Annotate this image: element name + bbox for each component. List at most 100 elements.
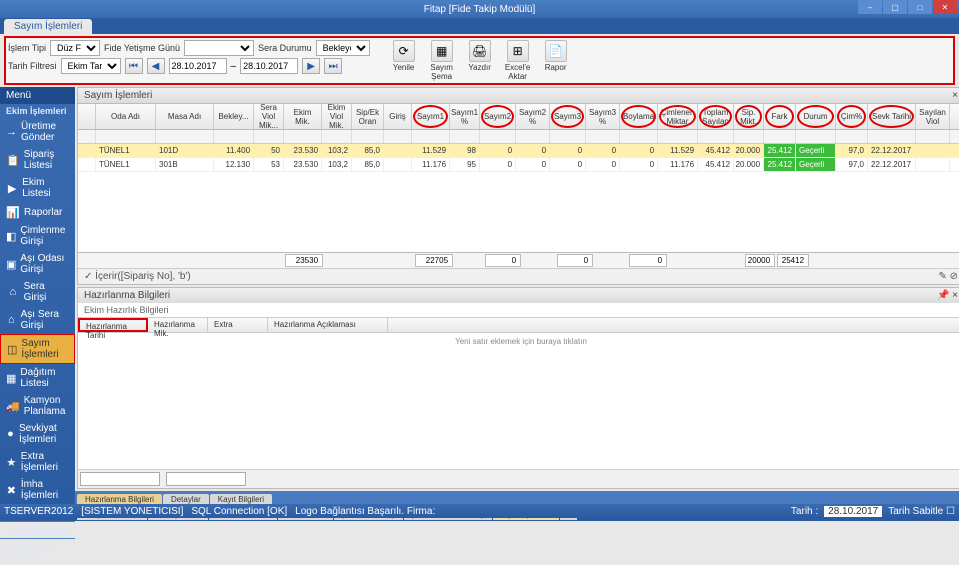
col-c14[interactable]: Sayım3 % [586, 104, 620, 129]
col-c18[interactable]: Sip. Mikt. [734, 104, 764, 129]
sidebar-bottom-tanim-kayitlari[interactable]: Tanım Kayıtları [0, 521, 75, 538]
lower-footer-input-2[interactable] [166, 472, 246, 486]
col-c10[interactable]: Sayım1 % [450, 104, 480, 129]
sidebar-item-uretime-gonder[interactable]: →Üretime Gönder [0, 118, 75, 146]
col-c12[interactable]: Sayım2 % [516, 104, 550, 129]
islem-tipi-select[interactable]: Düz Fide [50, 40, 100, 56]
cell [916, 144, 950, 157]
minimize-button[interactable]: – [858, 0, 882, 14]
sidebar-item-extra-islemleri[interactable]: ★Extra İşlemleri [0, 448, 75, 476]
grid-close-icon[interactable]: × [952, 90, 958, 101]
maximize-button[interactable]: □ [908, 0, 932, 14]
kamyon-planlama-icon: 🚚 [6, 399, 20, 413]
sidebar-item-dagitim-listesi[interactable]: ▦Dağıtım Listesi [0, 364, 75, 392]
excel-icon[interactable]: ⊞Excel'e Aktar [500, 40, 536, 81]
col-c19[interactable]: Fark [764, 104, 796, 129]
lower-placeholder[interactable]: Yeni satır eklemek için buraya tıklatın [78, 333, 959, 469]
status-sabit[interactable]: Tarih Sabitle ☐ [888, 506, 955, 517]
table-row[interactable]: TÜNEL1101D11.4005023.530103,285,011.5299… [78, 144, 959, 158]
col-c7[interactable]: Sip/Ek Oran [352, 104, 384, 129]
cell: 0 [550, 158, 586, 171]
cell: 0 [516, 158, 550, 171]
sidebar-item-siparis-listesi[interactable]: 📋 Sipariş Listesi [0, 146, 75, 174]
cell: 0 [586, 158, 620, 171]
cell: 97,0 [836, 144, 868, 157]
sidebar-bottom-yonetimsel-araclar[interactable]: Yönetimsel Araçlar [0, 538, 75, 565]
date-to-input[interactable] [240, 58, 298, 74]
nav-next-icon[interactable]: ▶ [302, 58, 320, 74]
sidebar-group: Ekim İşlemleri [0, 104, 75, 118]
col-c23[interactable]: Sayılan Viol [916, 104, 950, 129]
col-c22[interactable]: Sevk Tarihi [868, 104, 916, 129]
sidebar-item-label: Sipariş Listesi [24, 149, 69, 171]
cell: 101D [156, 144, 214, 157]
nav-prev-icon[interactable]: ◀ [147, 58, 165, 74]
sidebar-item-sayim-islemleri[interactable]: ◫Sayım İşlemleri [0, 334, 75, 364]
lower-tab[interactable]: Hazırlanma Bilgileri [77, 494, 162, 505]
col-c4[interactable]: Sera Viol Mik... [254, 104, 284, 129]
lower-close-icon[interactable]: × [952, 290, 958, 301]
schema-icon[interactable]: ▦Sayım Şema [424, 40, 460, 81]
lower-tab[interactable]: Kayıt Bilgileri [210, 494, 272, 505]
clear-icon[interactable]: ⊘ [950, 271, 958, 282]
refresh-icon[interactable]: ⟳Yenile [386, 40, 422, 81]
sidebar-item-kamyon-planlama[interactable]: 🚚Kamyon Planlama [0, 392, 75, 420]
cell: 11.400 [214, 144, 254, 157]
print-icon[interactable]: 🖨Yazdır [462, 40, 498, 81]
sidebar-item-asi-odasi-girisi[interactable]: ▣Aşı Odası Girişi [0, 250, 75, 278]
sidebar-item-asi-sera-girisi[interactable]: ⌂Aşı Sera Girişi [0, 306, 75, 334]
lower-tab[interactable]: Detaylar [163, 494, 209, 505]
table-row[interactable]: TÜNEL1301B12.1305323.530103,285,011.1769… [78, 158, 959, 172]
col-c15[interactable]: Boylama [620, 104, 658, 129]
col-c20[interactable]: Durum [796, 104, 836, 129]
col-c8[interactable]: Giriş [384, 104, 412, 129]
cell: 85,0 [352, 158, 384, 171]
lower-col[interactable]: Extra [208, 318, 268, 332]
lower-col[interactable]: Hazırlanma Tarihi [78, 318, 148, 332]
sevkiyat-islemleri-icon: ● [6, 427, 15, 441]
col-c5[interactable]: Ekim Mik. [284, 104, 322, 129]
tarih-filtresi-select[interactable]: Ekim Tarihi [61, 58, 121, 74]
sidebar: Menü Ekim İşlemleri →Üretime Gönder📋Sipa… [0, 87, 75, 521]
ribbon-tab-sayim[interactable]: Sayım İşlemleri [4, 19, 92, 34]
sidebar-item-imha-islemleri[interactable]: ✖İmha İşlemleri [0, 476, 75, 504]
sidebar-item-cimlenme-girisi[interactable]: ◧Çimlenme Girişi [0, 222, 75, 250]
col-c3[interactable]: Bekley... [214, 104, 254, 129]
siparis-listesi-icon: 📋 [6, 153, 20, 167]
cell: TÜNEL1 [96, 158, 156, 171]
nav-first-icon[interactable]: ⏮ [125, 58, 143, 74]
report-icon[interactable]: 📄Rapor [538, 40, 574, 81]
edit-icon[interactable]: ✎ [938, 271, 946, 282]
col-c13[interactable]: Sayım3 [550, 104, 586, 129]
sidebar-item-label: Extra İşlemleri [21, 451, 69, 473]
close-button[interactable]: ✕ [933, 0, 957, 14]
sidebar-item-raporlar[interactable]: 📊Raporlar [0, 202, 75, 222]
nav-last-icon[interactable]: ⏭ [324, 58, 342, 74]
pin-icon[interactable]: 📌 [937, 290, 949, 301]
col-c1[interactable]: Oda Adı [96, 104, 156, 129]
sum-c11: 0 [485, 254, 521, 267]
lower-col[interactable]: Hazırlanma Mik. [148, 318, 208, 332]
lower-col[interactable]: Hazırlanma Açıklaması [268, 318, 388, 332]
restore-button[interactable]: ▢ [883, 0, 907, 14]
col-c21[interactable]: Çim% [836, 104, 868, 129]
status-conn: SQL Connection [OK] [191, 506, 287, 517]
col-c9[interactable]: Sayım1 [412, 104, 450, 129]
col-c17[interactable]: Toplam Sayılan [698, 104, 734, 129]
lower-footer-input-1[interactable] [80, 472, 160, 486]
col-c11[interactable]: Sayım2 [480, 104, 516, 129]
date-from-input[interactable] [169, 58, 227, 74]
col-c6[interactable]: Ekim Viol Mik. [322, 104, 352, 129]
sidebar-item-ekim-listesi[interactable]: ▶Ekim Listesi [0, 174, 75, 202]
cell: 85,0 [352, 144, 384, 157]
sidebar-item-label: Üretime Gönder [21, 121, 69, 143]
sera-durumu-select[interactable]: Bekleyen [316, 40, 370, 56]
col-c16[interactable]: Çimlenen Miktar [658, 104, 698, 129]
sidebar-item-sera-girisi[interactable]: ⌂Sera Girişi [0, 278, 75, 306]
col-c2[interactable]: Masa Adı [156, 104, 214, 129]
dagitim-listesi-icon: ▦ [6, 371, 16, 385]
sidebar-item-sevkiyat-islemleri[interactable]: ●Sevkiyat İşlemleri [0, 420, 75, 448]
cell: 25.412 [764, 158, 796, 171]
fide-yetisme-select[interactable] [184, 40, 254, 56]
col-c0[interactable] [78, 104, 96, 129]
